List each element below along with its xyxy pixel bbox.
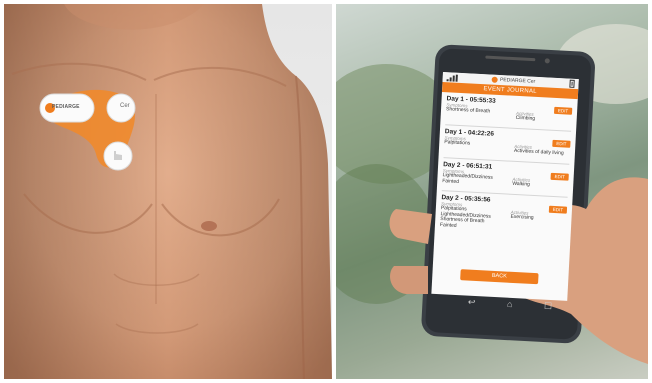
left-photo-panel: PEDIARGE Cer: [4, 4, 332, 379]
signal-icon: [446, 74, 458, 82]
edit-button[interactable]: EDIT: [553, 106, 573, 115]
activities-value: Activities of daily living: [513, 147, 564, 157]
device-model-label: Cer: [120, 103, 130, 109]
app-name: PEDIARGE Cer: [499, 76, 536, 85]
device-brand-label: PEDIARGE: [52, 104, 80, 110]
recent-apps-icon[interactable]: ☐: [544, 300, 553, 311]
symptoms-value: Palpitations Lightheaded/Dizziness Short…: [439, 205, 491, 229]
back-icon[interactable]: ↩: [468, 296, 476, 307]
list-item: Day 1 - 04:22:26 Symptoms Palpitations A…: [443, 128, 571, 165]
logo-icon: [491, 76, 499, 83]
torso-illustration: [4, 4, 332, 379]
battery-icon: [569, 79, 575, 88]
list-item: Day 2 - 06:51:31 Symptoms Lightheaded/Di…: [441, 161, 570, 198]
list-item: Day 2 - 05:35:56 Symptoms Palpitations L…: [440, 194, 568, 238]
edit-button[interactable]: EDIT: [550, 172, 569, 181]
phone-screen: PEDIARGE Cer EVENT JOURNAL Day 1 - 05:55…: [431, 72, 579, 301]
nipple-right: [201, 221, 217, 231]
back-button[interactable]: BACK: [460, 269, 539, 285]
app-logo: PEDIARGE Cer: [491, 76, 536, 85]
edit-button[interactable]: EDIT: [548, 205, 568, 214]
list-item: Day 1 - 05:55:33 Symptoms Shortness of B…: [445, 95, 573, 132]
event-list: Day 1 - 05:55:33 Symptoms Shortness of B…: [435, 92, 578, 238]
symptoms-value: Lightheaded/Dizziness Fainted: [442, 172, 494, 185]
edit-button[interactable]: EDIT: [552, 139, 571, 148]
home-icon[interactable]: ⌂: [507, 299, 513, 309]
